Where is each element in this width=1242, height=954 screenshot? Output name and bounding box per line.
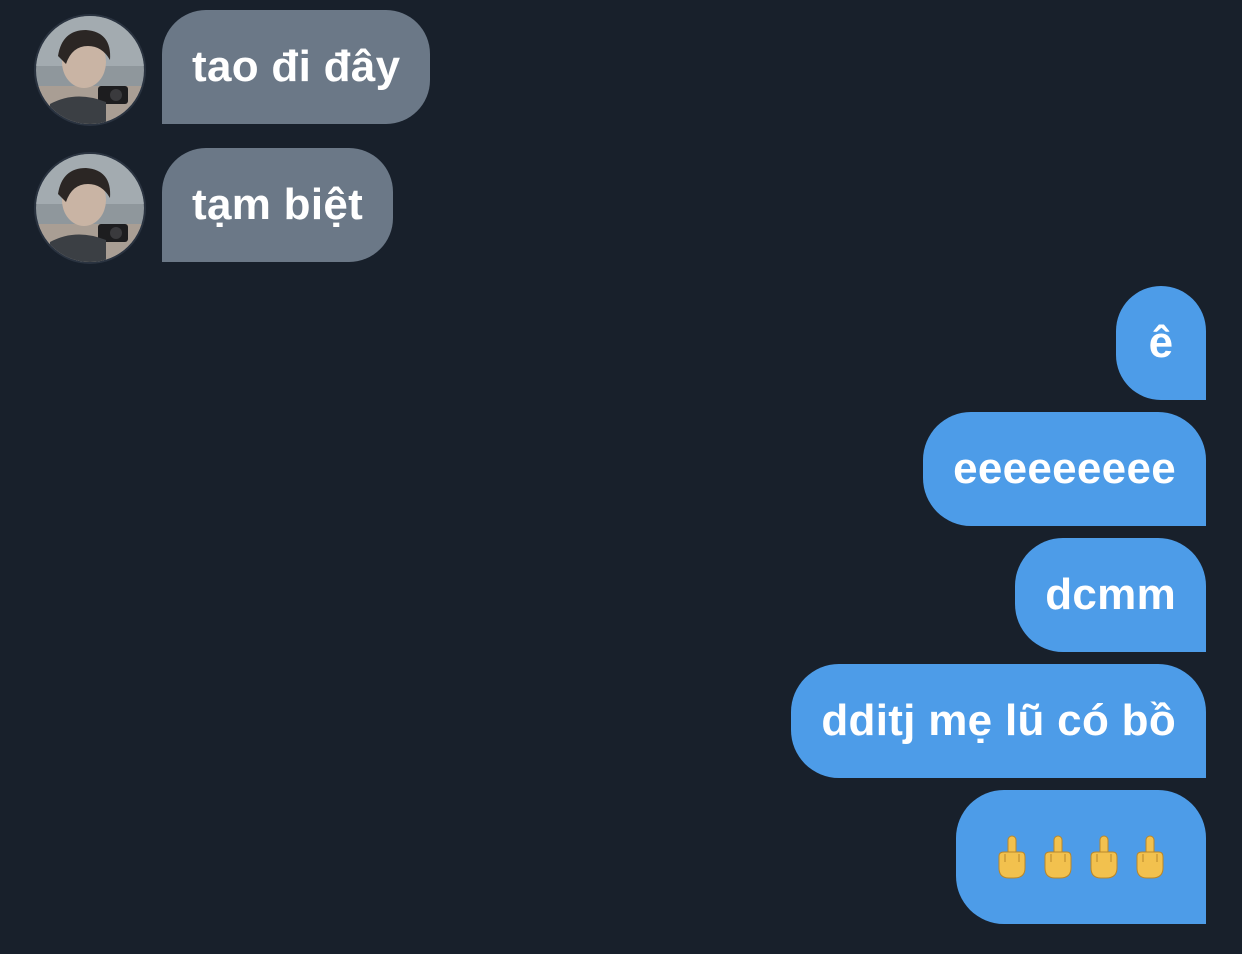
message-text: ê <box>1148 318 1174 367</box>
avatar-photo-icon <box>36 16 144 124</box>
emoji-row <box>994 834 1168 880</box>
outgoing-message-bubble[interactable]: ê <box>1116 286 1206 400</box>
message-text: tao đi đây <box>192 42 401 91</box>
middle-finger-icon <box>1044 835 1072 879</box>
avatar-photo-icon <box>36 154 144 262</box>
message-text: eeeeeeeee <box>953 444 1176 493</box>
middle-finger-icon <box>1090 835 1118 879</box>
avatar[interactable] <box>36 154 144 262</box>
outgoing-message-bubble[interactable]: eeeeeeeee <box>923 412 1206 526</box>
outgoing-message-bubble[interactable]: dcmm <box>1015 538 1206 652</box>
middle-finger-icon <box>998 835 1026 879</box>
chat-thread: tao đi đây tạm biệt ê eeeeeeeee dcmm ddi… <box>0 0 1242 954</box>
incoming-message-bubble[interactable]: tao đi đây <box>162 10 431 124</box>
message-text: dditj mẹ lũ có bồ <box>821 696 1176 745</box>
avatar[interactable] <box>36 16 144 124</box>
incoming-message-bubble[interactable]: tạm biệt <box>162 148 394 262</box>
outgoing-message-bubble[interactable] <box>956 790 1206 924</box>
middle-finger-icon <box>1136 835 1164 879</box>
message-text: dcmm <box>1045 570 1176 619</box>
message-text: tạm biệt <box>192 180 364 229</box>
outgoing-message-bubble[interactable]: dditj mẹ lũ có bồ <box>791 664 1206 778</box>
